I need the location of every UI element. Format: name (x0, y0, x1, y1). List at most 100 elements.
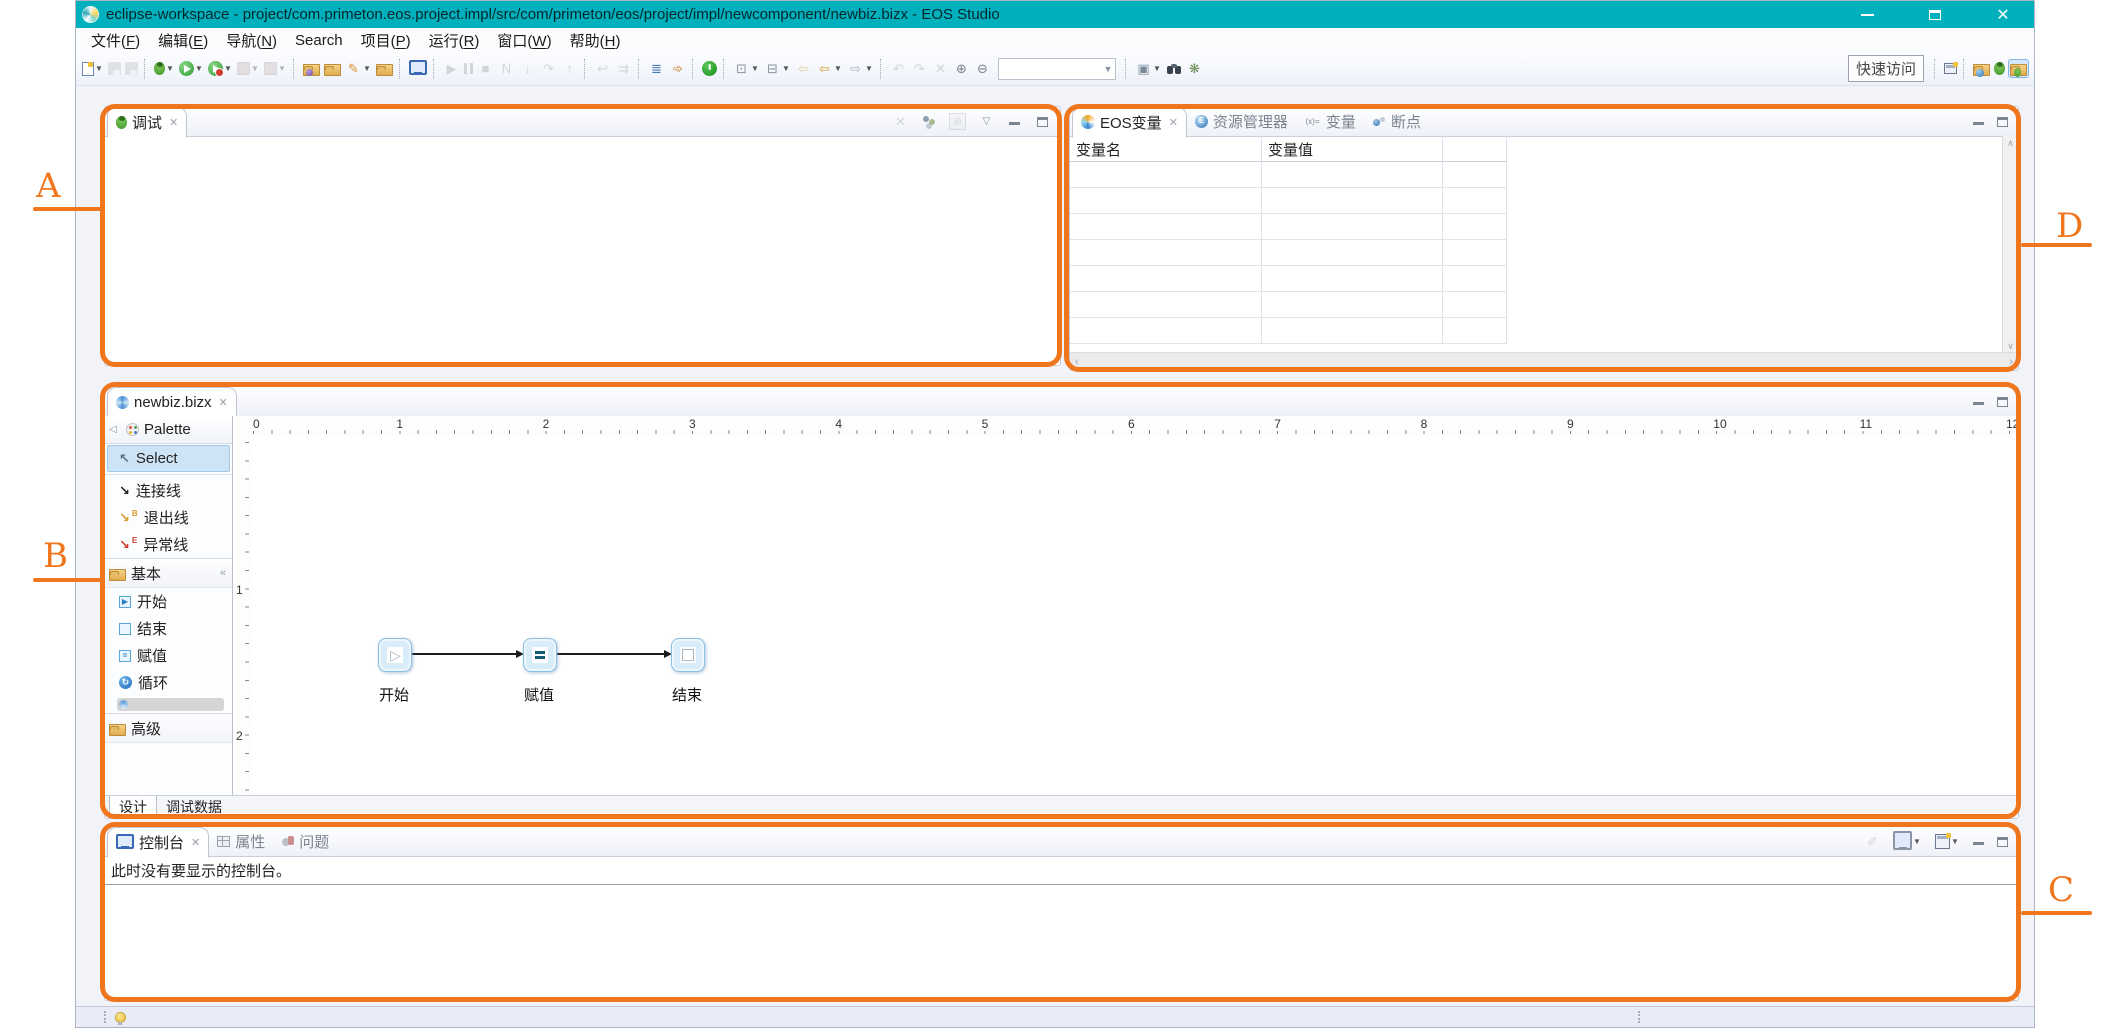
back-dropdown[interactable]: ▼ (833, 64, 843, 73)
scroll-down-icon[interactable]: ∨ (2007, 341, 2014, 352)
menu-item-window[interactable]: 窗口(W) (488, 28, 560, 53)
current-perspective-button[interactable] (2008, 59, 2029, 78)
diagram-canvas[interactable]: ▷开始赋值结束 (251, 436, 2018, 796)
menu-item-help[interactable]: 帮助(H) (561, 28, 630, 53)
variables-table-row[interactable] (1070, 188, 1507, 214)
forward-dropdown[interactable]: ▼ (864, 64, 874, 73)
tab-resource-manager[interactable]: 资源管理器 (1187, 108, 1296, 136)
tab-newbiz-bizx[interactable]: newbiz.bizx ✕ (107, 387, 237, 418)
tab-problems[interactable]: 问题 (273, 828, 337, 856)
scroll-up-icon[interactable]: ∧ (2007, 138, 2014, 149)
chevron-down-icon[interactable]: ▼ (1103, 64, 1113, 74)
variables-vertical-scrollbar[interactable]: ∧∨ (2002, 136, 2018, 354)
run-coverage-dropdown[interactable]: ▼ (223, 64, 233, 73)
run-config-button[interactable]: ❋ (1185, 59, 1204, 78)
open-perspective-button[interactable] (1943, 62, 1958, 75)
collapse-palette-icon[interactable]: ◁ (109, 424, 121, 435)
eos-perspective-button[interactable] (1972, 60, 1991, 77)
close-button[interactable]: ✕ (1980, 1, 2026, 28)
tab-debug[interactable]: 调试 ✕ (107, 107, 187, 138)
run-coverage-button[interactable]: ▼ (207, 60, 234, 77)
link-with-editor-button[interactable]: ▣▼ (1134, 59, 1163, 78)
variables-horizontal-scrollbar[interactable]: ‹› (1070, 352, 2018, 370)
variables-table-row[interactable] (1070, 318, 1507, 344)
minimize-panel-button[interactable] (1971, 394, 1986, 409)
maximize-panel-button[interactable] (1995, 114, 2010, 129)
mark-occurrences-button[interactable]: ✎▼ (344, 59, 373, 78)
console-button[interactable] (408, 61, 428, 76)
variables-table-row[interactable] (1070, 266, 1507, 292)
search-button[interactable] (1165, 62, 1183, 76)
stop-dropdown[interactable]: ▼ (250, 64, 260, 73)
flow-connection[interactable] (410, 653, 522, 655)
flow-connection[interactable] (555, 653, 670, 655)
new-wizard-dropdown[interactable]: ▼ (94, 64, 104, 73)
variables-table-row[interactable] (1070, 162, 1507, 188)
pin-palette-icon[interactable]: « (220, 567, 226, 579)
quick-access-button[interactable]: 快速访问 (1848, 55, 1924, 82)
tab-properties[interactable]: 属性 (209, 828, 273, 856)
relaunch-dropdown[interactable]: ▼ (750, 64, 760, 73)
tab-close-icon[interactable]: ✕ (169, 116, 178, 129)
flow-assign-node[interactable] (523, 638, 557, 672)
relaunch-up-dropdown[interactable]: ▼ (781, 64, 791, 73)
tab-console[interactable]: 控制台✕ (107, 827, 209, 858)
import-folder-button[interactable] (375, 60, 394, 77)
relaunch-up-button[interactable]: ⊟▼ (763, 59, 792, 78)
tab-variables[interactable]: (x)=变量 (1296, 108, 1364, 136)
scroll-left-icon[interactable]: ‹ (1075, 356, 1079, 368)
open-console-dropdown[interactable]: ▼ (1950, 837, 1960, 846)
tab-eos-variables[interactable]: EOS变量✕ (1072, 107, 1187, 138)
display-console-dropdown[interactable]: ▼ (1912, 837, 1922, 846)
debug-dropdown[interactable]: ▼ (165, 64, 175, 73)
variables-table-row[interactable] (1070, 214, 1507, 240)
flow-end-node[interactable] (671, 638, 705, 672)
palette-category-basic[interactable]: 基本« (105, 558, 232, 588)
variables-table-row[interactable] (1070, 240, 1507, 266)
debug-button[interactable]: ▼ (153, 61, 176, 76)
palette-header[interactable]: ◁Palette (105, 416, 232, 444)
maximize-panel-button[interactable] (1995, 834, 2010, 849)
back-button[interactable]: ⇦▼ (815, 59, 844, 78)
mark-occurrences-dropdown[interactable]: ▼ (362, 64, 372, 73)
menu-item-file[interactable]: 文件(F) (82, 28, 149, 53)
maximize-button[interactable] (1912, 1, 1958, 28)
zoom-in-button[interactable]: ⊕ (952, 59, 971, 78)
debug-perspective-button[interactable] (1993, 61, 2006, 76)
palette-item-assign[interactable]: =赋值 (105, 642, 232, 669)
open-console-button[interactable]: ▼ (1934, 833, 1961, 850)
tab-breakpoints[interactable]: 断点 (1364, 108, 1429, 136)
minimize-button[interactable] (1006, 113, 1023, 130)
minimize-panel-button[interactable] (1971, 114, 1986, 129)
launch-combo-button[interactable]: ▼ (994, 57, 1120, 81)
link-with-editor-dropdown[interactable]: ▼ (1152, 64, 1162, 73)
menu-item-project[interactable]: 项目(P) (352, 28, 420, 53)
view-menu-button[interactable]: ▽ (978, 113, 995, 130)
new-wizard-button[interactable]: ▼ (81, 61, 105, 77)
terminate-all-button[interactable] (701, 60, 718, 77)
menu-item-edit[interactable]: 编辑(E) (149, 28, 217, 53)
run-last-dropdown[interactable]: ▼ (277, 64, 287, 73)
palette-tool-exit-line[interactable]: ↘B退出线 (105, 504, 232, 531)
palette-tool-connection-line[interactable]: ↘连接线 (105, 477, 232, 504)
maximize-panel-button[interactable] (1995, 394, 2010, 409)
back-disabled-button[interactable]: ⇦ (794, 59, 813, 78)
palette-item-start[interactable]: ▶开始 (105, 588, 232, 615)
menu-item-search[interactable]: Search (286, 30, 352, 51)
palette-category-advanced[interactable]: 高级 (105, 713, 232, 743)
menu-item-run[interactable]: 运行(R) (420, 28, 489, 53)
variables-column-header[interactable]: 变量名 (1070, 136, 1262, 161)
scroll-right-icon[interactable]: › (2009, 356, 2013, 368)
open-eos-resource-button[interactable] (302, 60, 321, 77)
minimize-button[interactable] (1844, 1, 1890, 28)
open-folder-button[interactable] (323, 60, 342, 77)
palette-tool-select[interactable]: ↖Select (107, 445, 230, 472)
display-console-button[interactable]: ▼ (1892, 832, 1923, 851)
variables-column-header[interactable]: 变量值 (1262, 136, 1443, 161)
forward-button[interactable]: ⇨▼ (846, 59, 875, 78)
palette-item-end[interactable]: 结束 (105, 615, 232, 642)
relaunch-button[interactable]: ⊡▼ (732, 59, 761, 78)
launch-combo-input[interactable]: ▼ (998, 58, 1116, 80)
palette-tool-exception-line[interactable]: ↘E异常线 (105, 531, 232, 558)
maximize-button[interactable] (1034, 113, 1051, 130)
